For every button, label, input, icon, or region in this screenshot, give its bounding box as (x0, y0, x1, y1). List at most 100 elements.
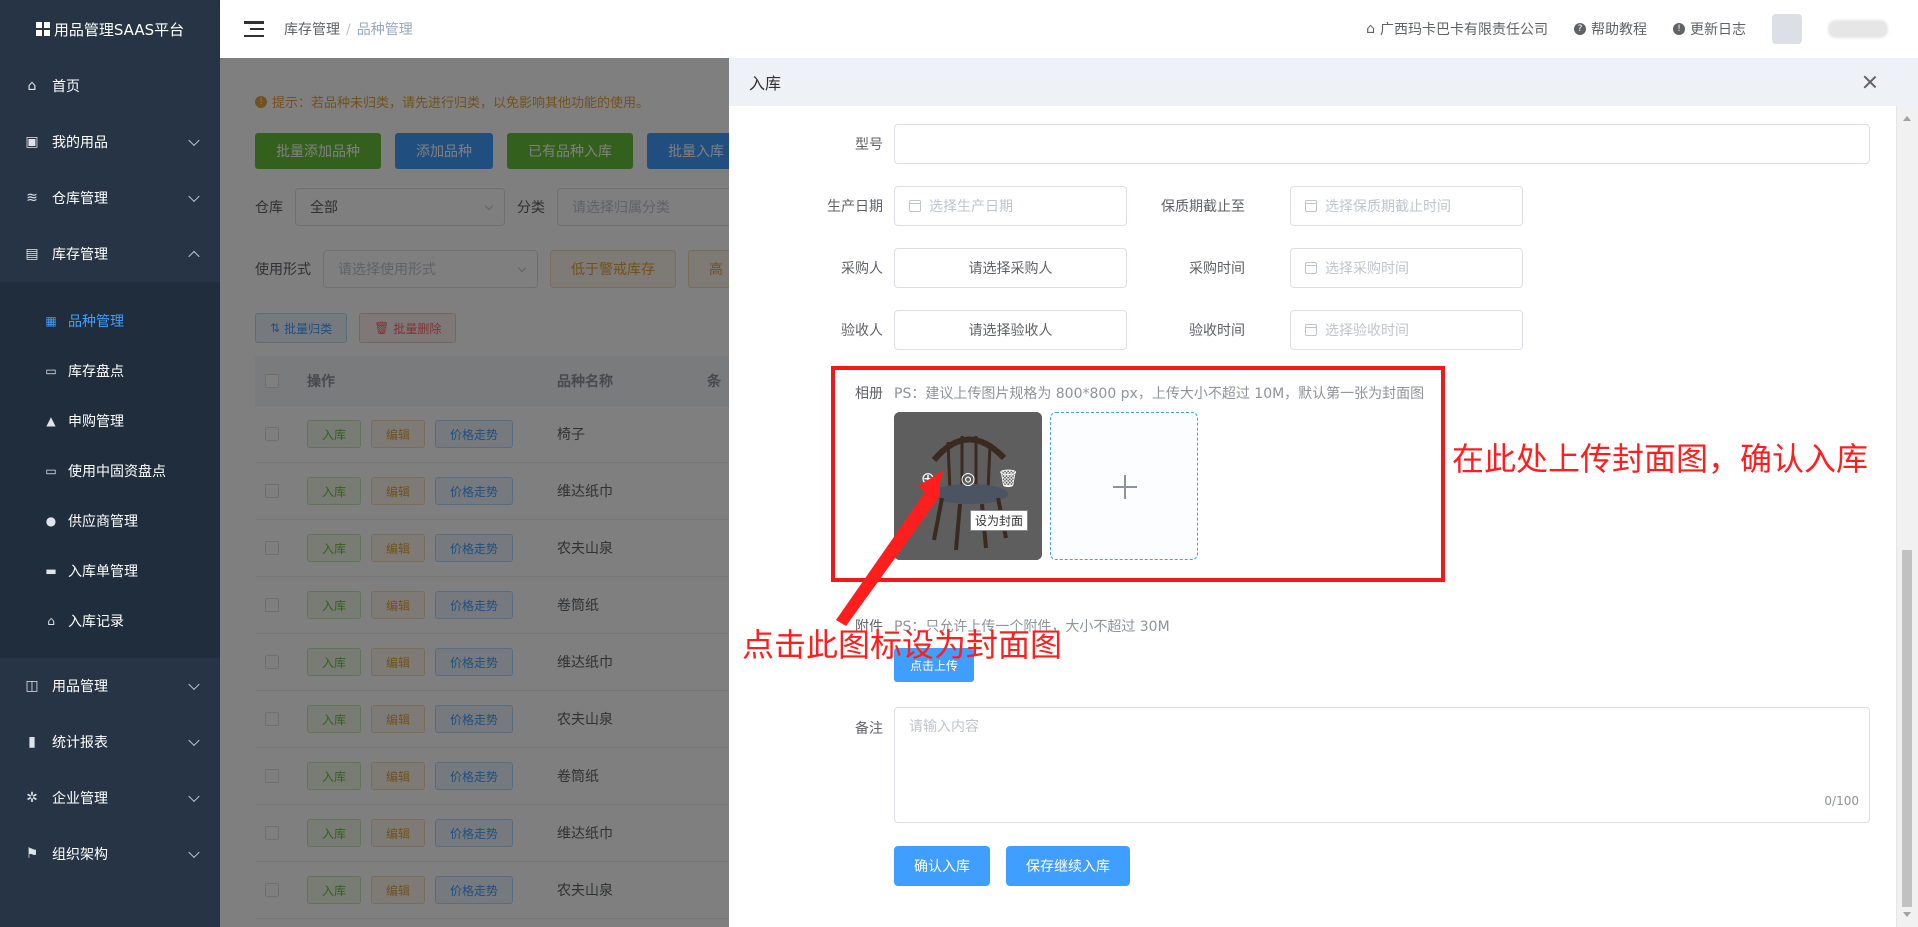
sidebar-item-inbound-records[interactable]: ⌂ 入库记录 (0, 596, 220, 646)
sidebar-item-label: 库存盘点 (68, 364, 124, 380)
sidebar-item-purchase-request[interactable]: ▲ 申购管理 (0, 396, 220, 446)
chevron-up-icon (188, 250, 200, 263)
user-icon: ● (45, 514, 57, 528)
help-label: 帮助教程 (1591, 22, 1647, 38)
scroll-down-icon[interactable] (1903, 912, 1911, 917)
remark-textarea[interactable]: 请输入内容 0/100 (894, 707, 1870, 823)
sidebar-item-label: 我的用品 (52, 135, 108, 151)
app-logo[interactable]: 用品管理SAAS平台 (0, 0, 220, 58)
sidebar-item-label: 入库单管理 (68, 564, 138, 580)
annotation-upload-note: 在此处上传封面图，确认入库 (1452, 440, 1869, 478)
sidebar-item-stocktake[interactable]: ▭ 库存盘点 (0, 346, 220, 396)
avatar[interactable] (1772, 14, 1802, 44)
scroll-up-icon[interactable] (1903, 116, 1911, 121)
model-input[interactable] (894, 124, 1870, 164)
grid-icon: ▦ (45, 314, 57, 328)
remark-label: 备注 (855, 721, 883, 737)
changelog-label: 更新日志 (1690, 22, 1746, 38)
inbox-icon: ◫ (25, 678, 39, 694)
company-name: 广西玛卡巴卡有限责任公司 (1380, 22, 1548, 38)
sidebar-item-inbound-orders[interactable]: ▬ 入库单管理 (0, 546, 220, 596)
production-date-placeholder: 选择生产日期 (929, 199, 1013, 215)
sidebar: 用品管理SAAS平台 ⌂ 首页 ▣ 我的用品 ≋ 仓库管理 ▤ 库存管理 ▦ 品… (0, 0, 220, 927)
database-icon: ≋ (26, 190, 38, 206)
sidebar-item-warehouse[interactable]: ≋ 仓库管理 (0, 170, 220, 226)
calendar-icon (1305, 262, 1317, 274)
annotation-red-box (831, 366, 1445, 582)
home-icon: ⌂ (27, 78, 37, 94)
menu-toggle-icon[interactable] (244, 21, 264, 37)
calendar-icon (1305, 200, 1317, 212)
sidebar-item-label: 申购管理 (68, 414, 124, 430)
sidebar-item-label: 品种管理 (68, 314, 124, 330)
changelog-link[interactable]: ! 更新日志 (1673, 19, 1746, 39)
chevron-down-icon (188, 190, 200, 203)
expiry-date-picker[interactable]: 选择保质期截止时间 (1290, 186, 1523, 226)
home-icon: ⌂ (1366, 21, 1375, 37)
user-name-blurred[interactable] (1828, 20, 1888, 38)
calendar-icon (909, 200, 921, 212)
company-switch[interactable]: ⌂ 广西玛卡巴卡有限责任公司 (1366, 19, 1548, 39)
sidebar-item-home[interactable]: ⌂ 首页 (0, 58, 220, 114)
sidebar-item-my-supplies[interactable]: ▣ 我的用品 (0, 114, 220, 170)
confirm-inbound-button[interactable]: 确认入库 (894, 846, 990, 886)
chevron-down-icon (188, 790, 200, 803)
sidebar-item-supplier[interactable]: ● 供应商管理 (0, 496, 220, 546)
check-time-label: 验收时间 (1189, 323, 1245, 339)
purchase-time-placeholder: 选择采购时间 (1325, 261, 1409, 277)
chevron-down-icon (188, 846, 200, 859)
sidebar-item-label: 企业管理 (52, 791, 108, 807)
sidebar-item-supplies[interactable]: ◫ 用品管理 (0, 658, 220, 714)
home-icon: ⌂ (47, 614, 55, 628)
box-icon: ▤ (25, 246, 39, 262)
chevron-down-icon (188, 734, 200, 747)
sidebar-item-variety[interactable]: ▦ 品种管理 (0, 296, 220, 346)
production-date-label: 生产日期 (827, 199, 883, 215)
doc-icon: ▭ (45, 464, 57, 478)
sidebar-item-asset-check[interactable]: ▭ 使用中固资盘点 (0, 446, 220, 496)
close-icon[interactable] (1860, 72, 1880, 92)
sidebar-item-enterprise[interactable]: ✲ 企业管理 (0, 770, 220, 826)
sidebar-item-inventory[interactable]: ▤ 库存管理 (0, 226, 220, 282)
remark-placeholder: 请输入内容 (909, 719, 979, 735)
bag-icon: ▣ (25, 134, 39, 150)
printer-icon: ▬ (45, 564, 57, 578)
app-title: 用品管理SAAS平台 (53, 20, 185, 39)
breadcrumb: 库存管理 / 品种管理 (284, 22, 413, 38)
top-header: 库存管理 / 品种管理 ⌂ 广西玛卡巴卡有限责任公司 ? 帮助教程 ! 更新日志 (220, 0, 1918, 58)
sidebar-item-label: 用品管理 (52, 679, 108, 695)
sidebar-item-label: 库存管理 (52, 247, 108, 263)
sidebar-item-label: 首页 (52, 79, 80, 95)
breadcrumb-item[interactable]: 库存管理 (284, 22, 340, 38)
sidebar-item-label: 统计报表 (52, 735, 108, 751)
sidebar-item-org[interactable]: ⚑ 组织架构 (0, 826, 220, 882)
checker-select[interactable]: 请选择验收人 (894, 310, 1127, 350)
header-actions: ⌂ 广西玛卡巴卡有限责任公司 ? 帮助教程 ! 更新日志 (1366, 0, 1888, 58)
sidebar-item-label: 使用中固资盘点 (68, 464, 166, 480)
check-time-placeholder: 选择验收时间 (1325, 323, 1409, 339)
sidebar-item-label: 供应商管理 (68, 514, 138, 530)
calendar-icon (1305, 324, 1317, 336)
expiry-placeholder: 选择保质期截止时间 (1325, 199, 1451, 215)
annotation-click-note: 点击此图标设为封面图 (742, 626, 1063, 664)
purchase-time-label: 采购时间 (1189, 261, 1245, 277)
sidebar-item-reports[interactable]: ▮ 统计报表 (0, 714, 220, 770)
buyer-select[interactable]: 请选择采购人 (894, 248, 1127, 288)
drawer-scrollbar[interactable] (1896, 106, 1918, 927)
help-link[interactable]: ? 帮助教程 (1574, 19, 1647, 39)
checker-label: 验收人 (841, 323, 883, 339)
production-date-picker[interactable]: 选择生产日期 (894, 186, 1127, 226)
lock-icon: ▲ (46, 414, 56, 428)
breadcrumb-current: 品种管理 (356, 22, 413, 38)
sidebar-item-label: 组织架构 (52, 847, 108, 863)
chevron-down-icon (188, 134, 200, 147)
model-label: 型号 (855, 137, 883, 153)
check-time-picker[interactable]: 选择验收时间 (1290, 310, 1523, 350)
scroll-thumb[interactable] (1902, 550, 1912, 907)
sidebar-item-label: 入库记录 (68, 614, 124, 630)
save-continue-button[interactable]: 保存继续入库 (1006, 846, 1130, 886)
remark-counter: 0/100 (1824, 794, 1859, 808)
purchase-time-picker[interactable]: 选择采购时间 (1290, 248, 1523, 288)
drawer-title: 入库 (749, 74, 782, 93)
inventory-submenu: ▦ 品种管理 ▭ 库存盘点 ▲ 申购管理 ▭ 使用中固资盘点 ● 供应商管理 ▬… (0, 282, 220, 658)
